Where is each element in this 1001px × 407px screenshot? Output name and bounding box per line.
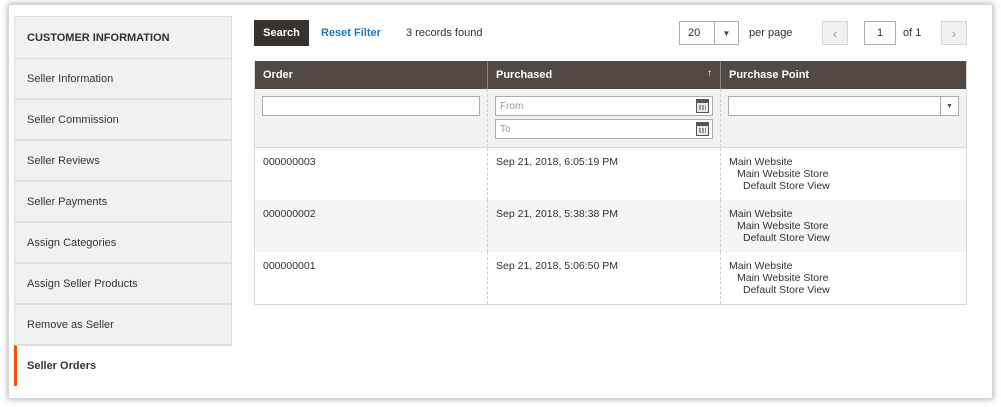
- store-view-name: Default Store View: [743, 180, 830, 192]
- table-row[interactable]: 000000003 Sep 21, 2018, 6:05:19 PM Main …: [255, 148, 966, 200]
- table-row[interactable]: 000000002 Sep 21, 2018, 5:38:38 PM Main …: [255, 200, 966, 252]
- filter-cell-order: [255, 89, 488, 147]
- sidebar-item-assign-categories[interactable]: Assign Categories: [14, 222, 232, 263]
- date-to-placeholder: To: [500, 123, 511, 135]
- chevron-down-icon: ▼: [940, 97, 958, 115]
- records-count: 3 records found: [406, 27, 483, 39]
- store-name: Main Website Store: [737, 220, 829, 232]
- reset-filter-link[interactable]: Reset Filter: [321, 20, 381, 46]
- chevron-down-icon: ▼: [714, 22, 738, 44]
- orders-grid: Order Purchased ↑ Purchase Point From To: [254, 61, 967, 305]
- website-name: Main Website: [729, 208, 793, 220]
- order-cell: 000000001: [255, 252, 488, 304]
- search-button[interactable]: Search: [254, 20, 309, 46]
- filter-cell-purchased: From To: [488, 89, 721, 147]
- order-filter-input[interactable]: [262, 96, 480, 116]
- order-cell: 000000002: [255, 200, 488, 252]
- purchase-point-select[interactable]: ▼: [728, 96, 959, 116]
- column-header-purchased[interactable]: Purchased ↑: [488, 61, 721, 89]
- column-label: Order: [263, 69, 293, 81]
- store-name: Main Website Store: [737, 168, 829, 180]
- grid-toolbar: Search Reset Filter 3 records found 20 ▼…: [254, 20, 967, 46]
- page-total: of 1: [903, 27, 922, 39]
- purchased-cell: Sep 21, 2018, 5:06:50 PM: [488, 252, 721, 304]
- calendar-icon[interactable]: [696, 122, 709, 136]
- chevron-right-icon: ›: [951, 25, 957, 41]
- filter-row: From To ▼: [255, 89, 966, 148]
- filter-cell-purchase-point: ▼: [721, 89, 966, 147]
- per-page-value: 20: [688, 27, 701, 39]
- grid-header: Order Purchased ↑ Purchase Point: [255, 61, 966, 89]
- sidebar-item-seller-reviews[interactable]: Seller Reviews: [14, 140, 232, 181]
- column-label: Purchased: [496, 69, 553, 81]
- order-cell: 000000003: [255, 148, 488, 200]
- table-row[interactable]: 000000001 Sep 21, 2018, 5:06:50 PM Main …: [255, 252, 966, 304]
- store-name: Main Website Store: [737, 272, 829, 284]
- chevron-left-icon: ‹: [832, 25, 838, 41]
- sort-arrow-icon: ↑: [707, 68, 712, 79]
- calendar-icon[interactable]: [696, 99, 709, 113]
- website-name: Main Website: [729, 156, 793, 168]
- column-header-order[interactable]: Order: [255, 61, 488, 89]
- per-page-label: per page: [749, 27, 793, 39]
- sidebar-item-seller-commission[interactable]: Seller Commission: [14, 99, 232, 140]
- sidebar-item-seller-payments[interactable]: Seller Payments: [14, 181, 232, 222]
- purchased-cell: Sep 21, 2018, 6:05:19 PM: [488, 148, 721, 200]
- next-page-button[interactable]: ›: [941, 21, 967, 45]
- purchased-cell: Sep 21, 2018, 5:38:38 PM: [488, 200, 721, 252]
- purchase-point-cell: Main Website Main Website Store Default …: [721, 200, 966, 252]
- date-from-input[interactable]: From: [495, 96, 713, 116]
- prev-page-button[interactable]: ‹: [822, 21, 848, 45]
- date-from-placeholder: From: [500, 100, 524, 112]
- page-number-input[interactable]: 1: [864, 21, 896, 45]
- store-view-name: Default Store View: [743, 284, 830, 296]
- sidebar-item-assign-seller-products[interactable]: Assign Seller Products: [14, 263, 232, 304]
- sidebar-title: CUSTOMER INFORMATION: [14, 16, 232, 58]
- sidebar-item-seller-orders[interactable]: Seller Orders: [14, 345, 232, 386]
- column-header-purchase-point[interactable]: Purchase Point: [721, 61, 966, 89]
- sidebar-item-seller-information[interactable]: Seller Information: [14, 58, 232, 99]
- purchase-point-cell: Main Website Main Website Store Default …: [721, 148, 966, 200]
- website-name: Main Website: [729, 260, 793, 272]
- date-to-input[interactable]: To: [495, 119, 713, 139]
- per-page-select[interactable]: 20 ▼: [679, 21, 739, 45]
- column-label: Purchase Point: [729, 69, 810, 81]
- store-view-name: Default Store View: [743, 232, 830, 244]
- purchase-point-cell: Main Website Main Website Store Default …: [721, 252, 966, 304]
- sidebar-item-remove-as-seller[interactable]: Remove as Seller: [14, 304, 232, 345]
- sidebar: CUSTOMER INFORMATION Seller Information …: [14, 16, 232, 388]
